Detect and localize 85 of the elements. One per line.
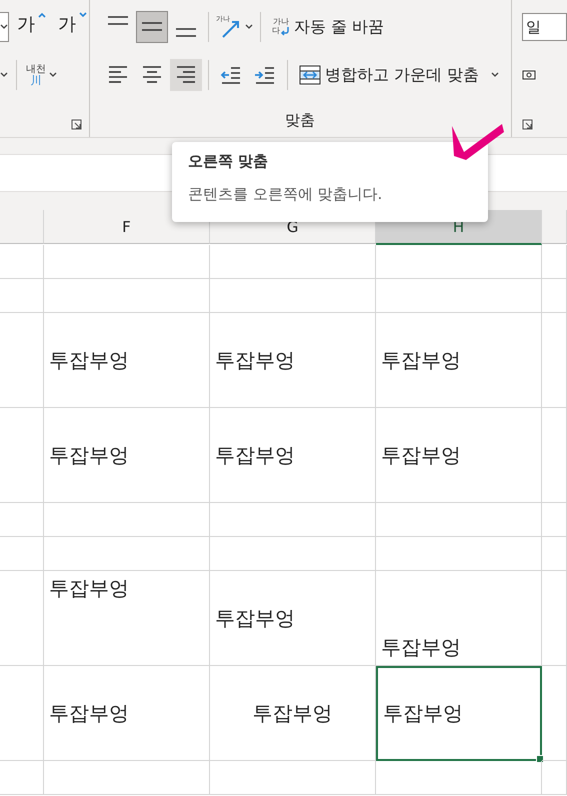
tooltip-description: 콘텐츠를 오른쪽에 맞춥니다. — [188, 185, 384, 204]
sheet-cell[interactable]: 투잡부엉 — [44, 313, 210, 408]
sheet-cell[interactable]: 투잡부엉 — [44, 408, 210, 503]
sheet-cell[interactable]: 투잡부엉 — [210, 571, 376, 666]
cell-text: 투잡부엉 — [49, 575, 129, 602]
sheet-cell[interactable] — [44, 537, 210, 571]
column-header[interactable] — [542, 210, 567, 244]
chevron-icon — [49, 72, 57, 78]
font-size-dropdown[interactable] — [0, 12, 9, 42]
column-header[interactable] — [0, 210, 44, 244]
sheet-cell[interactable] — [376, 761, 542, 795]
merge-cells-icon — [299, 65, 321, 85]
chevron-icon — [0, 72, 8, 78]
sheet-cell[interactable] — [542, 537, 567, 571]
sheet-cell[interactable] — [542, 408, 567, 503]
dialog-launcher-icon[interactable] — [71, 119, 82, 130]
sheet-cell[interactable] — [44, 761, 210, 795]
cell-text: 투잡부엉 — [49, 700, 129, 726]
sheet-cell[interactable] — [0, 537, 44, 571]
caret-up-icon — [38, 12, 46, 18]
fill-handle[interactable] — [536, 755, 544, 763]
sheet-cell[interactable] — [210, 503, 376, 537]
tooltip-title: 오른쪽 맞춤 — [188, 152, 270, 171]
sheet-cell[interactable] — [0, 313, 44, 408]
sheet-cell[interactable] — [542, 666, 567, 761]
sheet-cell[interactable] — [210, 761, 376, 795]
cell-text: 투잡부엉 — [215, 604, 295, 632]
sheet-cell[interactable] — [0, 761, 44, 795]
sheet-cell[interactable] — [542, 503, 567, 537]
cell-text: 투잡부엉 — [215, 346, 295, 374]
cell-text: 투잡부엉 — [49, 346, 129, 374]
sheet-cell[interactable] — [44, 279, 210, 313]
sheet-cell[interactable] — [376, 537, 542, 571]
horizontal-align-button[interactable] — [170, 59, 202, 91]
number-format-field[interactable]: 일 — [522, 13, 567, 41]
sheet-cell[interactable] — [0, 503, 44, 537]
sheet-cell[interactable]: 투잡부엉 — [44, 666, 210, 761]
increase-font-size-button[interactable]: 가 — [13, 11, 50, 43]
sheet-cell[interactable] — [210, 537, 376, 571]
sheet-cell[interactable] — [0, 666, 44, 761]
sheet-cell[interactable] — [0, 279, 44, 313]
sheet-cell[interactable] — [376, 503, 542, 537]
sheet-cell[interactable]: 투잡부엉 — [376, 666, 542, 761]
chevron-icon — [491, 72, 500, 78]
vertical-align-button[interactable] — [136, 11, 168, 43]
sheet-cell[interactable] — [44, 245, 210, 279]
return-arrow-icon — [280, 26, 290, 36]
phonetic-guide-button[interactable]: 내천 川 — [25, 59, 58, 91]
cell-text: 투잡부엉 — [215, 442, 295, 468]
column-header[interactable]: F — [44, 210, 210, 244]
sheet-cell[interactable] — [0, 571, 44, 666]
cell-text: 투잡부엉 — [383, 700, 463, 727]
align-lines-icon — [107, 16, 129, 26]
sheet-cell[interactable] — [542, 571, 567, 666]
sheet-cell[interactable] — [542, 245, 567, 279]
sheet-cell[interactable] — [210, 279, 376, 313]
sheet-cell[interactable] — [44, 503, 210, 537]
cell-text: 투잡부엉 — [381, 442, 461, 468]
sheet-cell[interactable] — [542, 761, 567, 795]
align-lines-icon — [175, 28, 197, 38]
sheet-cell[interactable]: 투잡부엉 — [376, 408, 542, 503]
sheet-cell[interactable]: 투잡부엉 — [210, 408, 376, 503]
merge-center-button[interactable]: 병합하고 가운데 맞춤 — [294, 59, 504, 91]
chevron-icon — [0, 24, 8, 30]
chevron-icon — [245, 24, 253, 30]
sheet-cell[interactable] — [376, 279, 542, 313]
align-lines-icon — [141, 22, 163, 32]
sheet-cell[interactable] — [0, 245, 44, 279]
sheet-cell[interactable] — [376, 245, 542, 279]
dialog-launcher-icon[interactable] — [522, 119, 533, 130]
sheet-cell[interactable]: 투잡부엉 — [376, 313, 542, 408]
caret-down-icon — [79, 12, 87, 18]
sheet-cell[interactable] — [0, 408, 44, 503]
sheet-cell[interactable]: 투잡부엉 — [44, 571, 210, 666]
sheet-cell[interactable] — [542, 313, 567, 408]
group-label: 맞춤 — [285, 111, 315, 130]
currency-icon[interactable] — [522, 68, 536, 82]
cell-text: 투잡부엉 — [381, 346, 461, 374]
sheet-cell[interactable] — [210, 245, 376, 279]
cell-text: 투잡부엉 — [252, 700, 332, 726]
cell-text: 투잡부엉 — [49, 442, 129, 468]
decrease-font-size-button[interactable]: 가 — [54, 11, 91, 43]
cell-text: 투잡부엉 — [381, 634, 461, 661]
sheet-cell[interactable]: 투잡부엉 — [210, 313, 376, 408]
sheet-cell[interactable] — [542, 279, 567, 313]
